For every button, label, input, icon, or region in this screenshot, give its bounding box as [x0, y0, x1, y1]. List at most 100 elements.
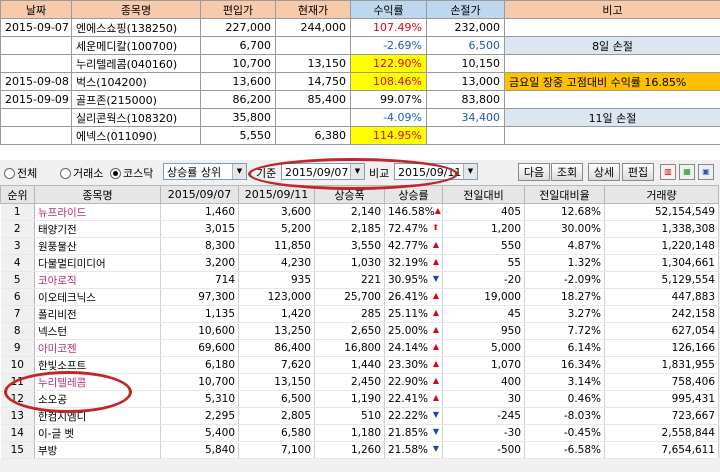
cell-date [0, 108, 72, 127]
cell-volume: 995,431 [604, 390, 719, 408]
cell-base-price: 1,460 [160, 203, 239, 221]
table-row[interactable]: 2 태양기전 3,015 5,200 2,185 72.47% ⬆ 1,200 30.00% 1,… [0, 220, 719, 238]
radio-exchange[interactable]: 거래소 [60, 165, 103, 181]
table-row[interactable]: 4 다물멀티미디어 3,200 4,230 1,030 32.19% ▲ 55 1.32% 1,3… [0, 254, 719, 272]
arrow-down-icon: ▼ [432, 410, 439, 419]
cell-stop-price: 83,800 [426, 90, 505, 109]
cell-rise-rate: 22.90% ▲ [384, 373, 443, 391]
cell-date [0, 54, 72, 73]
cell-note: 11일 손절 [504, 108, 720, 127]
cell-rank: 7 [0, 305, 35, 323]
table-row[interactable]: 3 원풍물산 8,300 11,850 3,550 42.77% ▲ 550 4.87% 1,22… [0, 237, 719, 255]
cell-day-change: 405 [442, 203, 525, 221]
cell-day-change-rate: -0.45% [524, 424, 605, 442]
cell-volume: 723,667 [604, 407, 719, 425]
cell-day-change: -500 [442, 441, 525, 459]
cell-day-change-rate: 3.14% [524, 373, 605, 391]
cell-compare-price: 4,230 [238, 254, 315, 272]
cell-rank: 9 [0, 339, 35, 357]
grid-header-day-change-rate[interactable]: 전일대비율 [524, 185, 605, 204]
cell-stock-name: 이-글 벳 [34, 424, 161, 442]
chevron-down-icon[interactable]: ▼ [463, 164, 477, 179]
export-icon[interactable]: ▣ [698, 164, 714, 180]
detail-button[interactable]: 상세 [588, 163, 620, 181]
cell-day-change: -245 [442, 407, 525, 425]
edit-button[interactable]: 편집 [622, 163, 654, 181]
portfolio-table: 날짜 종목명 편입가 현재가 수익률 손절가 비고 2015-09-07 엔에스… [0, 0, 720, 145]
rise-rate-value: 21.85% [388, 427, 429, 439]
cell-stop-price: 6,500 [426, 36, 505, 55]
cell-day-change-rate: -8.03% [524, 407, 605, 425]
grid-header-compare-price[interactable]: 2015/09/11 [238, 185, 315, 204]
portfolio-row: 2015-09-07 엔에스쇼핑(138250) 227,000 244,000… [0, 18, 720, 37]
cell-volume: 627,054 [604, 322, 719, 340]
header-stop-price: 손절가 [426, 0, 505, 19]
cell-compare-price: 5,200 [238, 220, 315, 238]
table-row[interactable]: 8 넥스턴 10,600 13,250 2,650 25.00% ▲ 950 7.72% 627,… [0, 322, 719, 340]
grid-header-base-price[interactable]: 2015/09/07 [160, 185, 239, 204]
cell-base-price: 1,135 [160, 305, 239, 323]
radio-exchange-label: 거래소 [73, 167, 104, 180]
grid-header-rank[interactable]: 순위 [0, 185, 35, 204]
radio-all-label: 전체 [17, 167, 38, 180]
cell-stock-name: 엔에스쇼핑(138250) [71, 18, 201, 37]
excel-icon[interactable]: ▦ [679, 164, 695, 180]
cell-rank: 6 [0, 288, 35, 306]
header-date: 날짜 [0, 0, 72, 19]
cell-day-change-rate: 6.14% [524, 339, 605, 357]
cell-rise-rate: 30.95% ▼ [384, 271, 443, 289]
cell-volume: 447,883 [604, 288, 719, 306]
sort-select-value: 상승률 상위 [167, 166, 222, 179]
cell-volume: 2,558,844 [604, 424, 719, 442]
cell-day-change: 950 [442, 322, 525, 340]
table-row[interactable]: 5 코아로직 714 935 221 30.95% ▼ -20 -2.09% 5,129,554 [0, 271, 719, 289]
cell-day-change-rate: 7.72% [524, 322, 605, 340]
query-button[interactable]: 조회 [551, 163, 583, 181]
table-row[interactable]: 10 한빛소프트 6,180 7,620 1,440 23.30% ▲ 1,070 16.34%… [0, 356, 719, 374]
table-row[interactable]: 15 부방 5,840 7,100 1,260 21.58% ▼ -500 -6.58% 7,65… [0, 441, 719, 459]
sort-select[interactable]: 상승률 상위 ▼ [163, 163, 247, 180]
table-row[interactable]: 7 폴리비전 1,135 1,420 285 25.11% ▲ 45 3.27% 242,158 [0, 305, 719, 323]
cell-day-change: -30 [442, 424, 525, 442]
cell-rise-rate: 22.41% ▲ [384, 390, 443, 408]
cell-day-change: 5,000 [442, 339, 525, 357]
cell-rank: 5 [0, 271, 35, 289]
next-button[interactable]: 다음 [518, 163, 550, 181]
grid-header-name[interactable]: 종목명 [34, 185, 161, 204]
cell-compare-price: 6,580 [238, 424, 315, 442]
cell-note: 8일 손절 [504, 36, 720, 55]
cell-volume: 52,154,549 [604, 203, 719, 221]
table-row[interactable]: 14 이-글 벳 5,400 6,580 1,180 21.85% ▼ -30 -0.45% 2,… [0, 424, 719, 442]
cell-note [504, 54, 720, 73]
cell-day-change: 550 [442, 237, 525, 255]
grid-header-day-change[interactable]: 전일대비 [442, 185, 525, 204]
radio-all[interactable]: 전체 [4, 165, 37, 181]
cell-stop-price: 34,400 [426, 108, 505, 127]
chevron-down-icon[interactable]: ▼ [232, 164, 246, 179]
radio-all-indicator[interactable] [4, 167, 15, 179]
radio-kosdaq-indicator[interactable] [110, 167, 121, 179]
cell-stock-name: 원풍물산 [34, 237, 161, 255]
chart-icon[interactable]: ▥ [660, 164, 676, 180]
rise-rate-value: 21.58% [388, 444, 429, 456]
cell-rise-amount: 1,440 [314, 356, 385, 374]
portfolio-row: 2015-09-09 골프존(215000) 86,200 85,400 99.… [0, 90, 720, 109]
radio-kosdaq[interactable]: 코스닥 [110, 165, 153, 181]
cell-day-change-rate: 0.46% [524, 390, 605, 408]
cell-rise-amount: 2,450 [314, 373, 385, 391]
cell-compare-price: 11,850 [238, 237, 315, 255]
cell-rise-amount: 2,650 [314, 322, 385, 340]
rise-rate-value: 25.11% [388, 308, 429, 320]
cell-date [0, 36, 72, 55]
table-row[interactable]: 13 한컴지엠디 2,295 2,805 510 22.22% ▼ -245 -8.03% 723… [0, 407, 719, 425]
header-note: 비고 [504, 0, 720, 19]
table-row[interactable]: 1 뉴프라이드 1,460 3,600 2,140 146.58% ▲ 405 12.68% 52… [0, 203, 719, 221]
grid-header-volume[interactable]: 거래량 [604, 185, 719, 204]
cell-compare-price: 1,420 [238, 305, 315, 323]
portfolio-row: 에넥스(011090) 5,550 6,380 114.95% [0, 126, 720, 145]
table-row[interactable]: 6 이오테크닉스 97,300 123,000 25,700 26.41% ▲ 19,000 1… [0, 288, 719, 306]
cell-buy-price: 6,700 [200, 36, 276, 55]
table-row[interactable]: 9 아미코젠 69,600 86,400 16,800 24.14% ▲ 5,000 6.14%… [0, 339, 719, 357]
radio-exchange-indicator[interactable] [60, 167, 71, 179]
cell-stock-name: 실리콘웍스(108320) [71, 108, 201, 127]
